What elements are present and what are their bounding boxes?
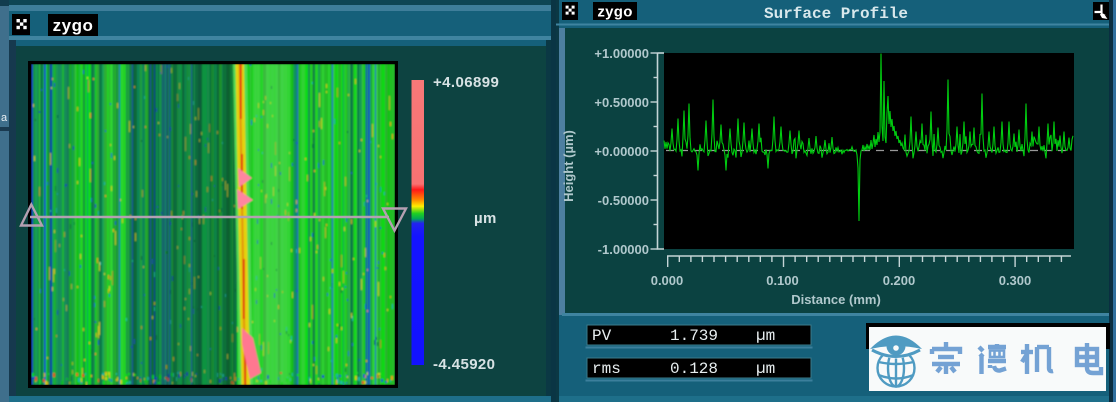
- svg-text:-4.45920: -4.45920: [433, 356, 495, 373]
- svg-text:Distance (mm): Distance (mm): [791, 292, 881, 307]
- svg-text:-1.00000: -1.00000: [598, 242, 649, 257]
- svg-text:PV: PV: [592, 327, 612, 345]
- svg-text:+1.00000: +1.00000: [594, 46, 649, 61]
- svg-text:+0.50000: +0.50000: [594, 95, 649, 110]
- svg-text:µm: µm: [474, 210, 497, 227]
- svg-text:zygo: zygo: [597, 4, 632, 21]
- svg-text:rms: rms: [592, 360, 621, 378]
- svg-text:µm: µm: [756, 327, 775, 345]
- svg-text:0.200: 0.200: [883, 273, 916, 288]
- svg-text:1.739: 1.739: [670, 327, 718, 345]
- svg-text:zygo: zygo: [53, 16, 94, 35]
- svg-text:a: a: [1, 112, 8, 124]
- svg-text:0.100: 0.100: [766, 273, 799, 288]
- svg-text:-0.50000: -0.50000: [598, 193, 649, 208]
- svg-text:Surface Profile: Surface Profile: [764, 5, 908, 23]
- svg-text:0.300: 0.300: [999, 273, 1032, 288]
- svg-text:0.128: 0.128: [670, 360, 718, 378]
- svg-text:+4.06899: +4.06899: [433, 74, 499, 91]
- svg-text:µm: µm: [756, 360, 775, 378]
- svg-text:+0.00000: +0.00000: [594, 144, 649, 159]
- svg-text:Height (µm): Height (µm): [561, 130, 576, 202]
- svg-text:0.000: 0.000: [651, 273, 684, 288]
